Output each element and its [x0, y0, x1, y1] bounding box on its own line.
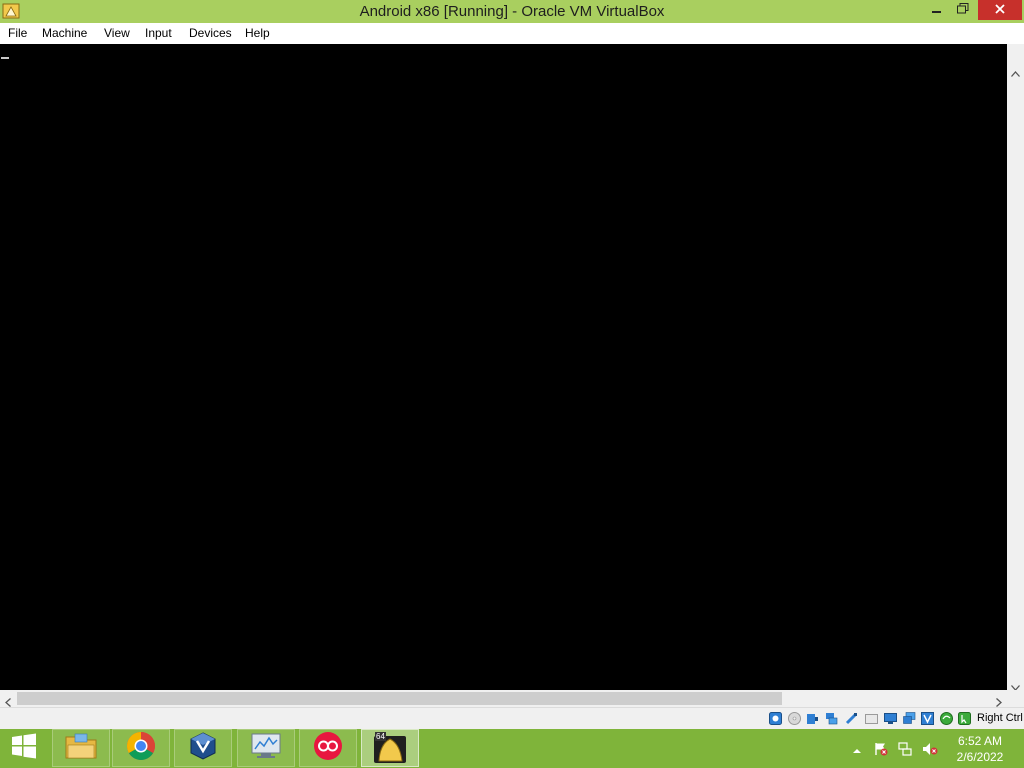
- menu-input[interactable]: Input: [145, 26, 172, 40]
- restore-icon: [957, 1, 969, 19]
- resource-monitor-icon: [250, 732, 282, 765]
- taskbar-file-explorer[interactable]: [52, 729, 110, 767]
- red-circles-app-icon: [313, 731, 343, 766]
- volume-muted-icon[interactable]: [922, 742, 938, 756]
- status-bar: Right Ctrl: [0, 707, 1024, 730]
- chrome-icon: [126, 731, 156, 766]
- file-explorer-icon: [65, 732, 97, 765]
- hard-disk-icon[interactable]: [769, 712, 782, 725]
- audio-icon[interactable]: [806, 712, 819, 725]
- tray-network-icon[interactable]: [898, 742, 912, 756]
- close-button[interactable]: [978, 0, 1022, 20]
- action-center-flag-icon[interactable]: [874, 742, 888, 756]
- windows-taskbar: 64 6:52 AM 2/6/2022: [0, 729, 1024, 768]
- vm-arch-badge: 64: [375, 732, 386, 741]
- mouse-integration-icon[interactable]: [958, 712, 971, 725]
- display-icon[interactable]: [884, 712, 897, 725]
- show-hidden-icons-icon[interactable]: [852, 743, 866, 757]
- usb-icon[interactable]: [845, 712, 858, 725]
- video-capture-icon[interactable]: [903, 712, 916, 725]
- menu-help[interactable]: Help: [245, 26, 270, 40]
- taskbar-chrome[interactable]: [112, 729, 170, 767]
- minimize-button[interactable]: [924, 0, 950, 20]
- taskbar-clock[interactable]: 6:52 AM 2/6/2022: [950, 733, 1010, 765]
- scroll-up-icon[interactable]: [1011, 64, 1020, 82]
- windows-start-icon: [11, 733, 37, 764]
- restore-button[interactable]: [950, 0, 976, 20]
- cpu-execution-icon[interactable]: [940, 712, 953, 725]
- close-icon: [995, 1, 1005, 19]
- optical-drive-icon[interactable]: [788, 712, 801, 725]
- network-icon[interactable]: [825, 712, 838, 725]
- taskbar-virtualbox-manager[interactable]: [174, 729, 232, 767]
- virtualization-icon[interactable]: [921, 712, 934, 725]
- shared-folders-icon[interactable]: [865, 712, 878, 725]
- horizontal-scrollbar[interactable]: [0, 690, 1024, 707]
- host-key-label: Right Ctrl: [977, 712, 1023, 724]
- menu-file[interactable]: File: [8, 26, 27, 40]
- menu-machine[interactable]: Machine: [42, 26, 87, 40]
- taskbar-android-vm[interactable]: 64: [361, 729, 419, 767]
- window-title: Android x86 [Running] - Oracle VM Virtua…: [359, 3, 665, 20]
- menu-devices[interactable]: Devices: [189, 26, 232, 40]
- start-button[interactable]: [0, 729, 48, 767]
- virtualbox-manager-icon: [188, 731, 218, 766]
- title-bar[interactable]: Android x86 [Running] - Oracle VM Virtua…: [0, 0, 1024, 23]
- taskbar-red-circles-app[interactable]: [299, 729, 357, 767]
- menu-bar: File Machine View Input Devices Help: [0, 23, 1024, 45]
- menu-view[interactable]: View: [104, 26, 130, 40]
- guest-display[interactable]: [0, 44, 1007, 690]
- clock-date: 2/6/2022: [956, 750, 1004, 764]
- android-vm-icon: 64: [373, 732, 407, 764]
- text-cursor: [1, 57, 9, 59]
- minimize-icon: [932, 1, 942, 19]
- clock-time: 6:52 AM: [957, 734, 1003, 748]
- horizontal-scroll-thumb[interactable]: [17, 692, 782, 705]
- virtualbox-window: Android x86 [Running] - Oracle VM Virtua…: [0, 0, 1024, 768]
- taskbar-resource-monitor[interactable]: [237, 729, 295, 767]
- vertical-scrollbar[interactable]: [1007, 44, 1024, 691]
